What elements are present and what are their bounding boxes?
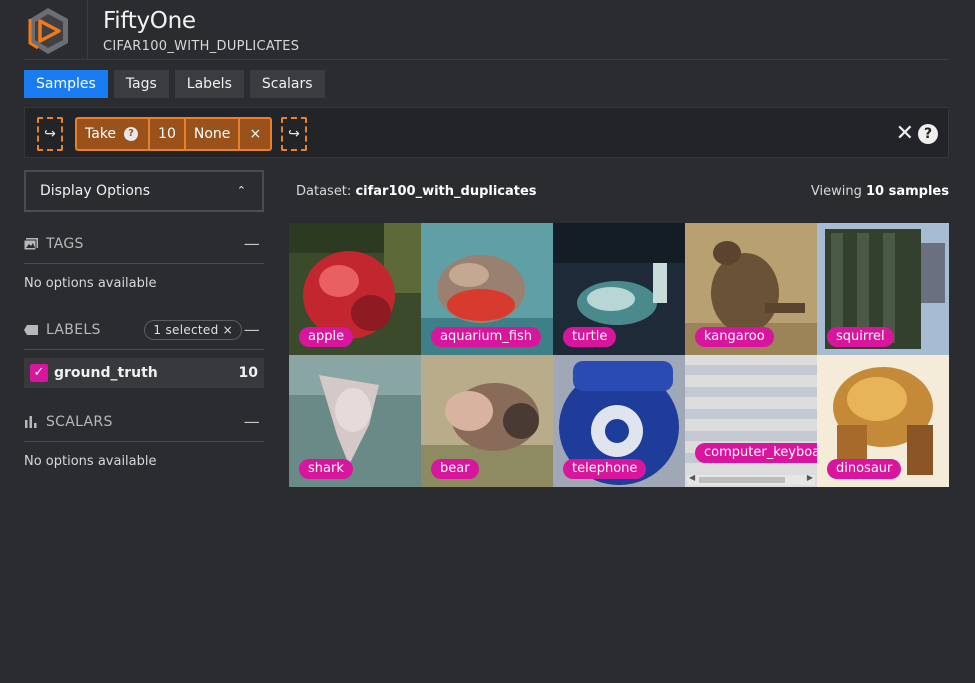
tab-labels[interactable]: Labels (174, 70, 244, 98)
viewing-count: Viewing 10 samples (811, 184, 949, 199)
fiftyone-logo-icon[interactable] (24, 5, 76, 57)
stage-name[interactable]: Take? (77, 119, 151, 149)
view-stage-take: Take? 10 None × (75, 117, 273, 151)
checkbox-checked-icon[interactable]: ✓ (30, 364, 48, 382)
label-field-count: 10 (238, 365, 258, 381)
selected-labels-pill[interactable]: 1 selected × (144, 320, 242, 340)
label-field-row[interactable]: ✓ ground_truth 10 (24, 358, 264, 388)
samples-grid: apple aquarium_fish turtle kangaroo squi… (289, 223, 949, 487)
stage-help-icon[interactable]: ? (124, 127, 139, 141)
tab-tags[interactable]: Tags (113, 70, 169, 98)
sample-tile[interactable]: dinosaur (817, 355, 949, 487)
stage-seed-param[interactable]: None (186, 119, 241, 149)
viewing-samples: 10 samples (866, 184, 949, 199)
scrollbar-thumb[interactable] (699, 477, 785, 483)
tags-empty-text: No options available (24, 276, 157, 291)
dataset-subtitle: CIFAR100_WITH_DUPLICATES (103, 39, 300, 54)
scalars-collapse-icon[interactable]: — (244, 402, 260, 442)
display-options-dropdown[interactable]: Display Options ⌃ (24, 170, 264, 212)
scalars-section-header: SCALARS — (24, 402, 264, 442)
tags-collapse-icon[interactable]: — (244, 224, 260, 264)
chevron-up-icon: ⌃ (236, 184, 246, 197)
stage-remove-icon[interactable]: × (240, 119, 270, 149)
viewing-prefix: Viewing (810, 184, 862, 199)
tags-section-header: TAGS — (24, 224, 264, 264)
label-tag-icon (24, 325, 38, 335)
dataset-name: cifar100_with_duplicates (355, 184, 537, 199)
tab-samples[interactable]: Samples (24, 70, 108, 98)
sample-tile[interactable]: apple (289, 223, 421, 355)
label-field-name: ground_truth (54, 365, 158, 381)
sample-label: squirrel (827, 327, 894, 347)
sample-label: aquarium_fish (431, 327, 541, 347)
tags-section-title: TAGS (46, 236, 84, 252)
stage-size-param[interactable]: 10 (150, 119, 186, 149)
sample-tile[interactable]: telephone (553, 355, 685, 487)
sidebar: Display Options ⌃ TAGS — No options avai… (24, 170, 264, 482)
sample-label: turtle (563, 327, 617, 347)
add-stage-after-button[interactable]: ↪ (281, 117, 307, 151)
view-bar-help-icon[interactable]: ? (918, 124, 938, 144)
dataset-prefix: Dataset: (296, 184, 352, 199)
sample-tile[interactable]: computer_keyboard ◀ ▶ (685, 355, 817, 487)
bar-chart-icon (25, 416, 37, 428)
scalars-empty-text: No options available (24, 454, 157, 469)
app-title: FiftyOne (103, 8, 196, 34)
image-icon (24, 238, 38, 250)
labels-collapse-icon[interactable]: — (244, 310, 260, 350)
sample-label: bear (431, 459, 479, 479)
sample-label: telephone (563, 459, 647, 479)
sample-label: computer_keyboard (695, 443, 817, 463)
sample-label: kangaroo (695, 327, 774, 347)
sample-tile[interactable]: bear (421, 355, 553, 487)
labels-section-header: LABELS 1 selected × — (24, 310, 264, 350)
sample-tile[interactable]: squirrel (817, 223, 949, 355)
tab-scalars[interactable]: Scalars (249, 70, 325, 98)
sample-tile[interactable]: kangaroo (685, 223, 817, 355)
tile-horizontal-scrollbar[interactable]: ◀ ▶ (687, 473, 815, 485)
view-bar: ↪ Take? 10 None × ↪ ✕ ? (24, 107, 949, 158)
sample-label: shark (299, 459, 353, 479)
labels-section-title: LABELS (46, 322, 101, 338)
add-stage-before-button[interactable]: ↪ (37, 117, 63, 151)
sample-label: dinosaur (827, 459, 902, 479)
app-header: FiftyOne CIFAR100_WITH_DUPLICATES (24, 0, 949, 60)
main-tabs: Samples Tags Labels Scalars (24, 70, 325, 98)
header-divider (87, 0, 88, 60)
sample-tile[interactable]: shark (289, 355, 421, 487)
dataset-info: Dataset: cifar100_with_duplicates (296, 184, 537, 199)
sample-tile[interactable]: aquarium_fish (421, 223, 553, 355)
sample-label: apple (299, 327, 354, 347)
display-options-label: Display Options (40, 183, 151, 199)
computer-keyboard-image (685, 355, 817, 487)
scalars-section-title: SCALARS (46, 414, 113, 430)
scroll-right-icon[interactable]: ▶ (807, 473, 813, 482)
sample-tile[interactable]: turtle (553, 223, 685, 355)
clear-view-close-icon[interactable]: ✕ (896, 121, 914, 146)
scroll-left-icon[interactable]: ◀ (689, 473, 695, 482)
